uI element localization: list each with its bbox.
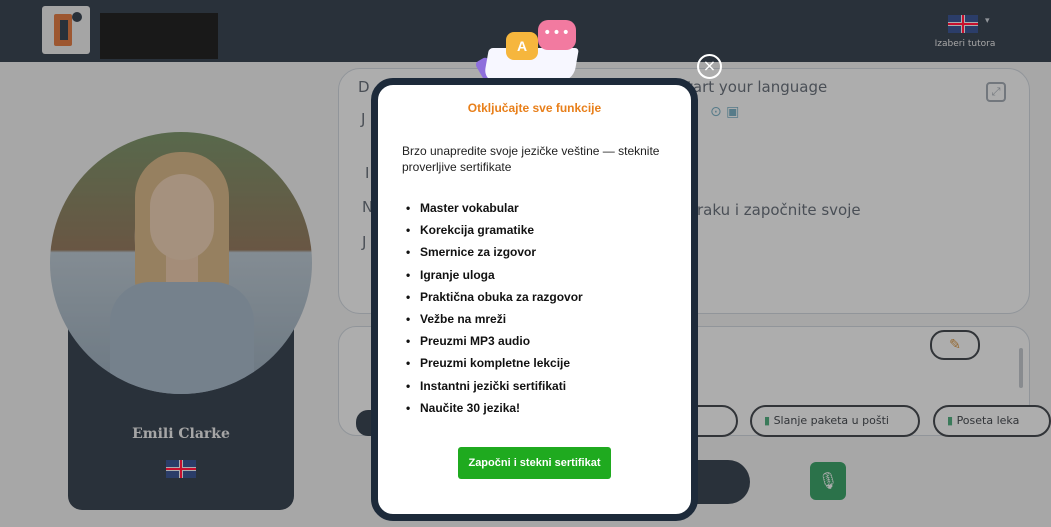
feature-list: Master vokabular Korekcija gramatike Sme… [406, 201, 583, 423]
unlock-features-modal: Otključajte sve funkcije Brzo unapredite… [371, 78, 698, 521]
chat-message-text: raku i započnite svoje [697, 201, 861, 219]
chat-message-text: J [362, 233, 367, 251]
feature-item: Vežbe na mreži [406, 312, 583, 334]
feature-item: Praktična obuka za razgovor [406, 290, 583, 312]
feature-item: Preuzmi kompletne lekcije [406, 356, 583, 378]
speech-bubble-icon: A [506, 32, 538, 60]
modal-subtitle: Brzo unapredite svoje jezičke veštine — … [402, 144, 660, 174]
chat-message-text: J [361, 110, 366, 128]
chat-message-text: I [365, 164, 370, 182]
feature-item: Korekcija gramatike [406, 223, 583, 245]
chat-bubble-icon: ••• [538, 20, 576, 50]
feature-item: Instantni jezički sertifikati [406, 379, 583, 401]
feature-item: Igranje uloga [406, 268, 583, 290]
modal-title: Otključajte sve funkcije [467, 101, 602, 115]
start-certificate-button[interactable]: Započni i stekni sertifikat [458, 447, 611, 479]
feature-item: Naučite 30 jezika! [406, 401, 583, 423]
chat-message-text: D [358, 78, 370, 96]
language-illustration: A ••• [474, 14, 594, 86]
close-icon: × [702, 56, 717, 75]
feature-item: Master vokabular [406, 201, 583, 223]
chat-message-text: tart your language [687, 78, 828, 96]
close-button[interactable]: × [697, 54, 722, 79]
feature-item: Preuzmi MP3 audio [406, 334, 583, 356]
feature-item: Smernice za izgovor [406, 245, 583, 267]
